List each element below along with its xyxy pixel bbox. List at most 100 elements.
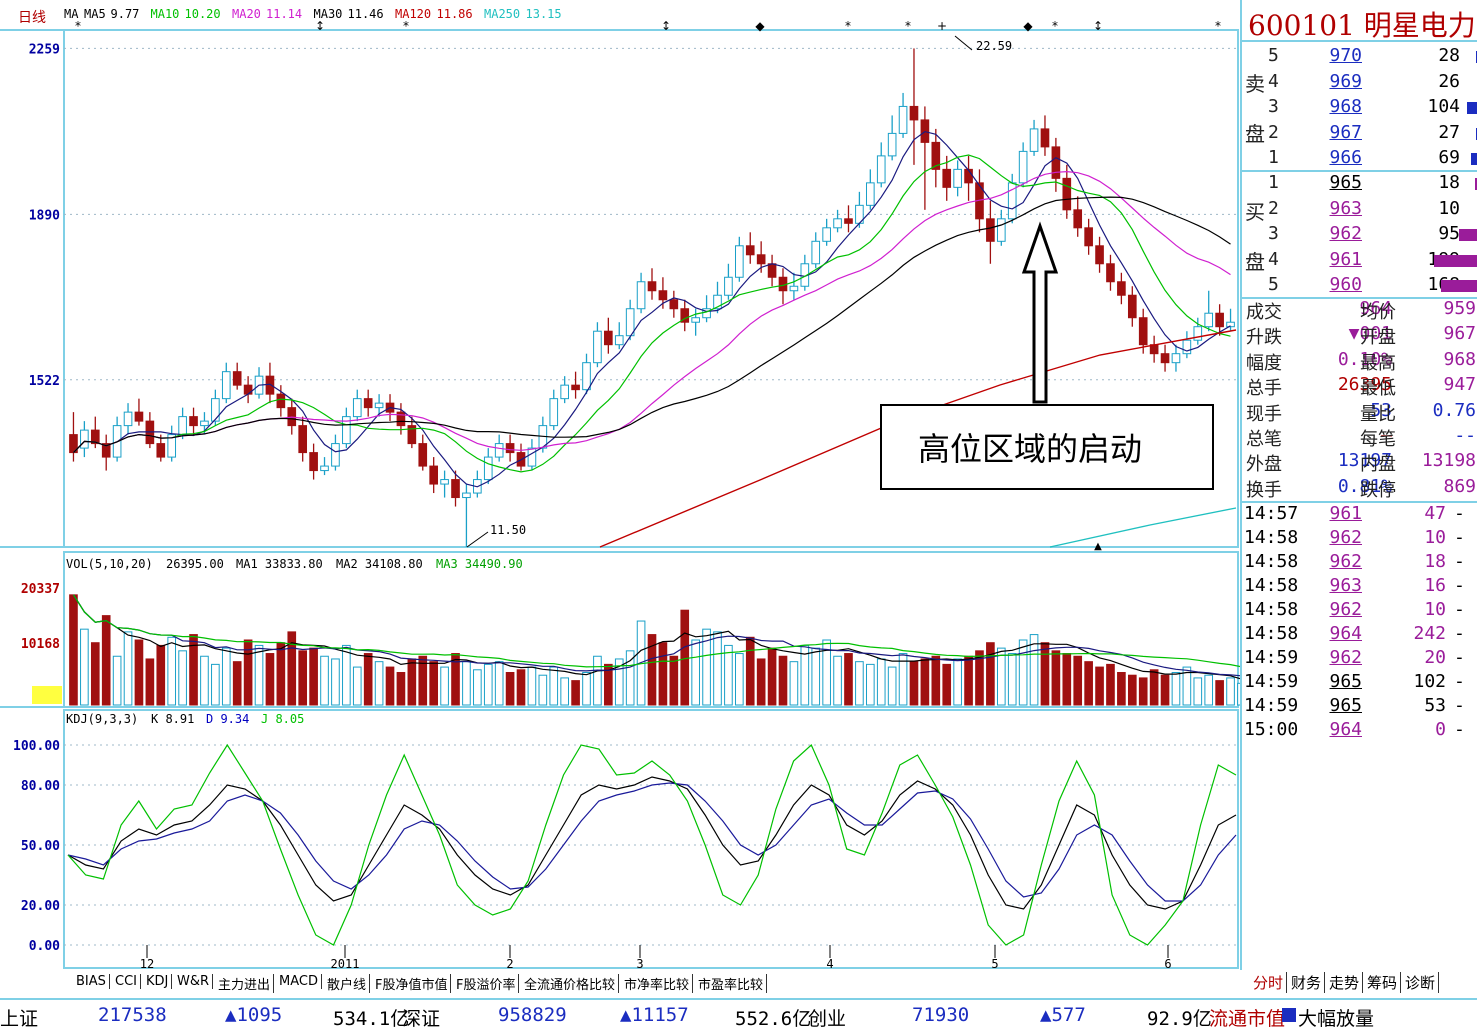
kdj-tick-label: 20.00	[21, 899, 60, 914]
stat-label: 开盘	[1360, 327, 1396, 349]
period-label: 日线	[18, 10, 46, 26]
buy-level: 3	[1268, 223, 1279, 244]
candle	[920, 106, 930, 210]
right-tab-0[interactable]: 分时	[1250, 972, 1288, 993]
tick-time: 14:59	[1244, 695, 1299, 716]
stat-label: 量比	[1360, 403, 1396, 425]
volume-bar	[232, 661, 242, 706]
volume-bar	[1138, 677, 1148, 706]
volume-bar	[964, 655, 973, 706]
volume-bar	[385, 666, 395, 706]
tab-f股净值市值[interactable]: F股净值市值	[372, 974, 452, 993]
candle	[647, 268, 657, 300]
candle	[691, 308, 700, 336]
status-item: 流通市值	[1209, 1008, 1286, 1030]
candle	[571, 371, 580, 399]
right-tab-2[interactable]: 走势	[1326, 972, 1364, 993]
stat-label: 幅度	[1246, 352, 1282, 374]
tab-市盈率比较[interactable]: 市盈率比较	[695, 974, 768, 993]
tick-time: 14:58	[1244, 551, 1299, 572]
status-item: 217538	[98, 1004, 167, 1026]
candle	[844, 205, 853, 233]
stat-label: 最低	[1360, 378, 1396, 400]
stat-value: 13198	[1421, 450, 1476, 472]
volume-bar	[80, 628, 89, 706]
status-item: 958829	[498, 1004, 567, 1026]
tab-全流通价格比较[interactable]: 全流通价格比较	[521, 974, 620, 993]
right-tab-3[interactable]: 筹码	[1364, 972, 1402, 993]
ma-legend-value: 11.46	[348, 7, 384, 21]
event-marker-icon: *	[1052, 19, 1058, 33]
candle	[189, 407, 198, 435]
price-tick-label: 1522	[29, 374, 60, 389]
buy-price: 961	[1329, 248, 1362, 270]
tab-f股溢价率[interactable]: F股溢价率	[453, 974, 520, 993]
ma-legend-item: MA250	[484, 7, 520, 21]
stat-label: 每笔	[1360, 429, 1396, 450]
tab-w&r[interactable]: W&R	[174, 974, 214, 989]
sell-qty: 104	[1427, 96, 1460, 117]
buy-level: 4	[1268, 248, 1279, 270]
kdj-tick-label: 0.00	[29, 939, 60, 954]
sell-depth-bar	[1467, 102, 1477, 114]
sell-qty: 27	[1438, 121, 1460, 143]
tick-flag: -	[1454, 671, 1465, 692]
tab-散户线[interactable]: 散户线	[324, 974, 371, 993]
status-item: ▲577	[1040, 1004, 1086, 1026]
buy-row: 5960168	[1242, 274, 1477, 299]
candle	[1149, 335, 1159, 363]
ma-legend: MA MA5 9.77 MA10 10.20 MA20 11.14 MA30 11.46 MA12…	[64, 7, 562, 21]
tick-flag: -	[1454, 599, 1465, 620]
candle	[211, 389, 220, 426]
volume-legend-item: MA2 34108.80	[336, 557, 423, 571]
candle	[320, 457, 329, 476]
stat-label: 总手	[1246, 378, 1282, 400]
price-tick-label: 1890	[29, 208, 60, 223]
x-tick-label: 2011	[331, 957, 360, 970]
volume-bar	[735, 653, 744, 706]
volume-bar	[756, 658, 766, 706]
candle	[604, 317, 613, 354]
volume-bar	[1193, 677, 1203, 706]
status-bar: 上证 217538 ▲1095 534.1亿 深证 958829 ▲11157 552.6亿创…	[0, 998, 1477, 1035]
tab-bias[interactable]: BIAS	[73, 974, 110, 989]
buy-row: 1 965 18	[1242, 172, 1477, 197]
tab-cci[interactable]: CCI	[112, 974, 141, 989]
buy-price: 965	[1329, 172, 1362, 193]
volume-bar	[713, 631, 722, 706]
right-tab-bar: 分时 财务 走势 筹码 诊断	[1250, 970, 1477, 998]
candle	[1062, 164, 1072, 219]
volume-bar	[363, 653, 373, 706]
candle	[516, 443, 526, 471]
candle	[800, 254, 810, 291]
kdj-title: KDJ(9,3,3)	[66, 712, 138, 726]
tab-kdj[interactable]: KDJ	[143, 974, 173, 989]
x10-highlight	[32, 686, 62, 704]
buy-qty: 95	[1438, 223, 1460, 244]
status-item: ▲11157	[620, 1004, 689, 1026]
price-tick-label: 2259	[29, 42, 60, 57]
kdj-legend-item: K 8.91	[151, 712, 194, 726]
volume-bar	[745, 636, 755, 706]
tick-flag: -	[1454, 623, 1465, 644]
stock-title: 600101 明星电力	[1248, 9, 1476, 42]
candle	[134, 398, 144, 426]
candle	[1204, 290, 1214, 332]
buy-row: 2 963 10	[1242, 198, 1477, 223]
event-marker-icon: *	[845, 19, 851, 33]
candle	[636, 272, 646, 314]
high-label: 22.59	[976, 39, 1012, 53]
tab-主力进出[interactable]: 主力进出	[215, 974, 275, 993]
tab-macd[interactable]: MACD	[276, 974, 322, 989]
right-tab-4[interactable]: 诊断	[1402, 972, 1440, 993]
volume-bar	[221, 647, 231, 706]
volume-bar	[778, 655, 788, 706]
right-tab-1[interactable]: 财务	[1288, 972, 1326, 993]
candle	[483, 448, 493, 485]
tab-市净率比较[interactable]: 市净率比较	[621, 974, 694, 993]
volume-bar	[865, 663, 875, 706]
volume-bar	[90, 642, 100, 706]
candle	[986, 200, 995, 264]
kdj-tick-label: 50.00	[21, 839, 60, 854]
volume-bar	[986, 642, 995, 706]
